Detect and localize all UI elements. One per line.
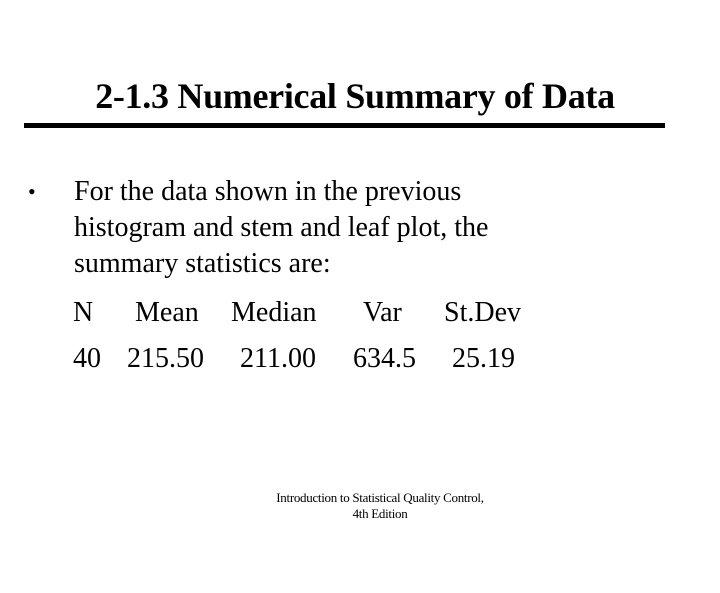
stats-header-var: Var [363, 297, 402, 328]
footer-line: 4th Edition [352, 506, 408, 521]
stats-header-stdev: St.Dev [444, 297, 521, 328]
stats-value-median: 211.00 [240, 343, 316, 374]
stats-header-n: N [73, 297, 94, 328]
bullet-line: For the data shown in the previous [74, 176, 462, 207]
stats-value-row: 40 215.50 211.00 634.5 25.19 [0, 341, 720, 377]
bullet-text: For the data shown in the previous histo… [74, 174, 594, 282]
slide-footer: Introduction to Statistical Quality Cont… [250, 490, 510, 522]
stats-header-median: Median [231, 297, 317, 328]
bullet-line: histogram and stem and leaf plot, the [74, 212, 489, 243]
stats-value-stdev: 25.19 [452, 343, 515, 374]
stats-header-row: N Mean Median Var St.Dev [0, 295, 720, 331]
stats-value-mean: 215.50 [127, 343, 204, 374]
slide-title: 2-1.3 Numerical Summary of Data [95, 76, 615, 116]
bullet-line: summary statistics are: [74, 248, 331, 279]
title-underline [24, 123, 665, 128]
bullet-icon: • [28, 179, 36, 204]
stats-value-n: 40 [73, 343, 101, 374]
footer-line: Introduction to Statistical Quality Cont… [276, 490, 484, 505]
stats-value-var: 634.5 [353, 343, 416, 374]
stats-header-mean: Mean [135, 297, 199, 328]
